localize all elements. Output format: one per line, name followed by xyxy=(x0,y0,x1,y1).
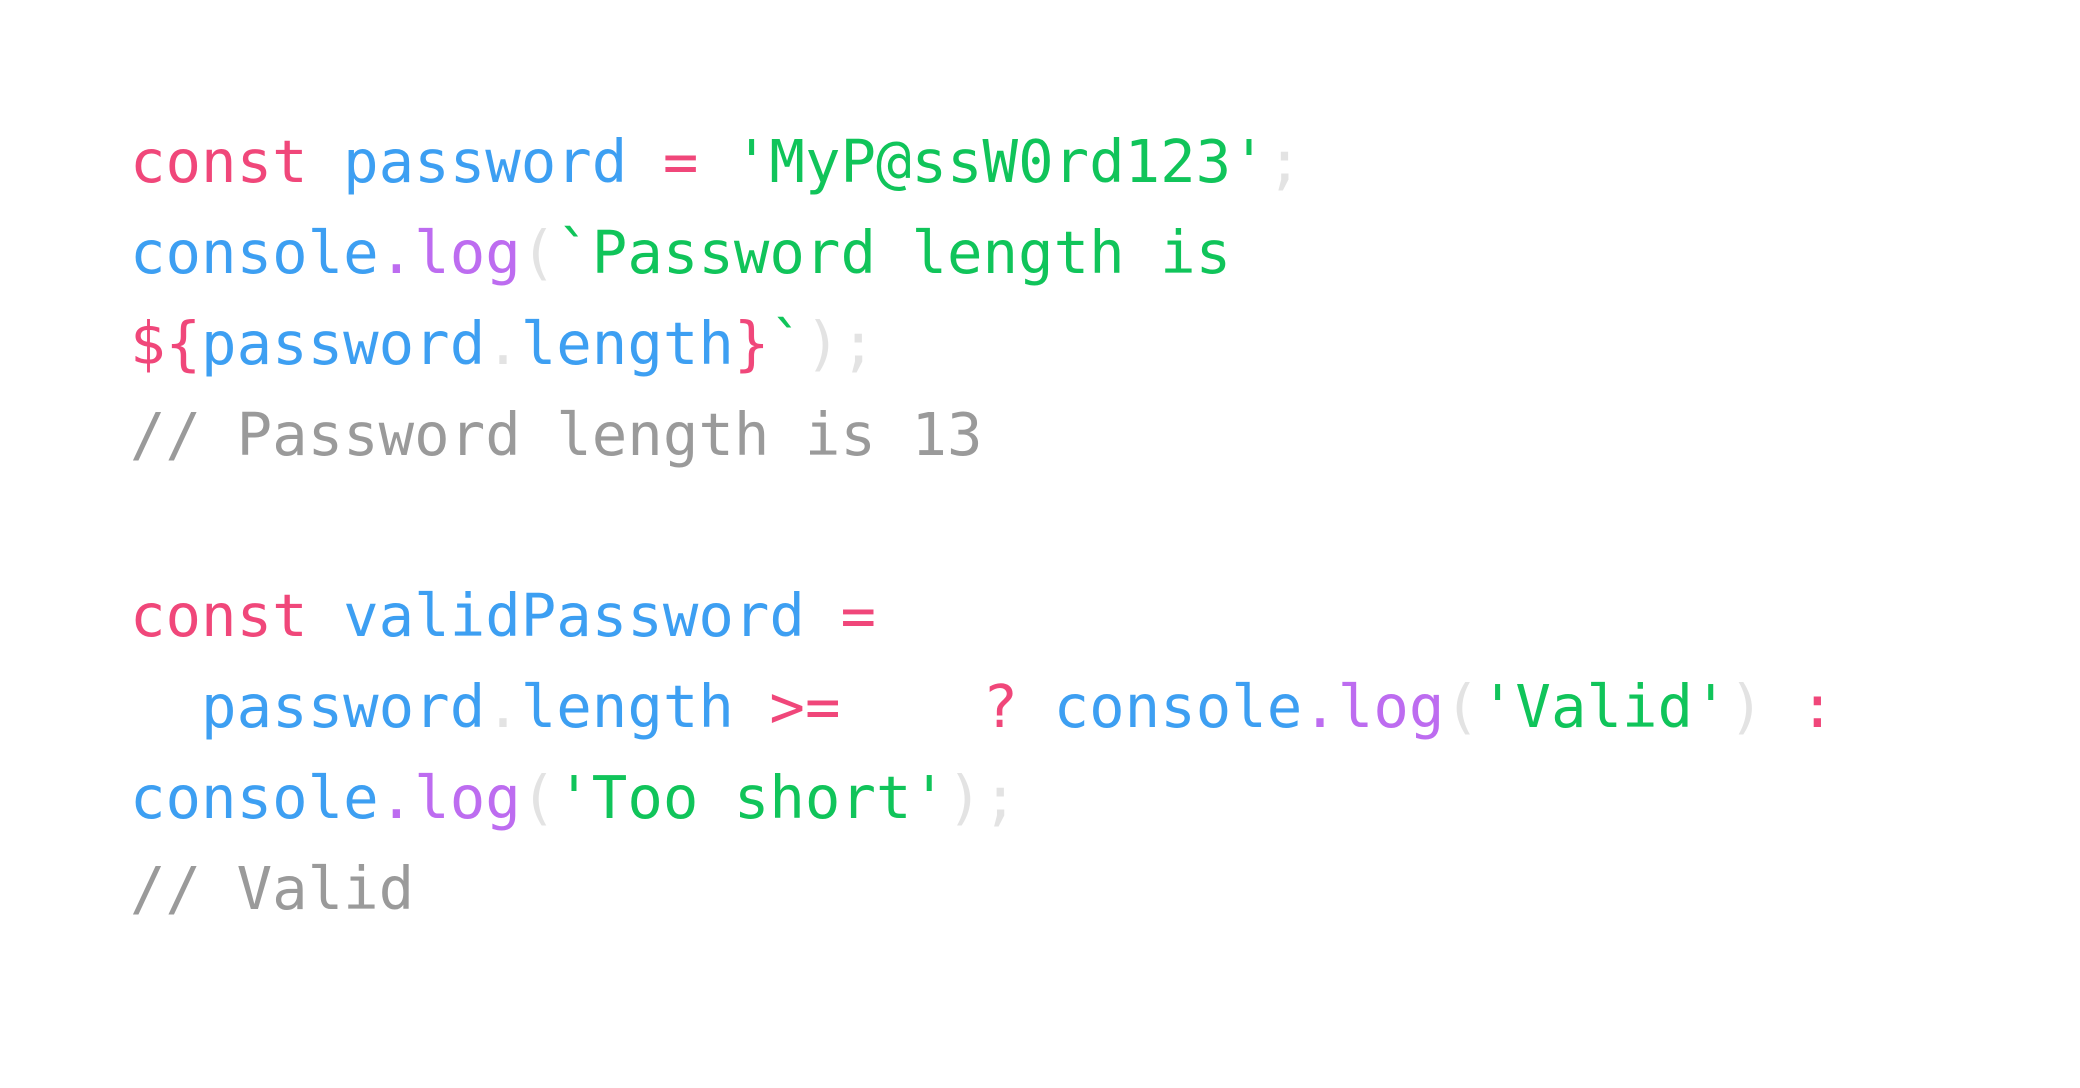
code-token-punctuation: ; xyxy=(1266,127,1303,196)
code-token-comment: // Valid xyxy=(130,854,415,923)
code-token-identifier: validPassword xyxy=(343,581,805,650)
code-token-keyword: = xyxy=(662,127,699,196)
code-line: // Password length is 13 xyxy=(130,389,1835,480)
code-token-identifier: length xyxy=(520,672,734,741)
code-line: const validPassword = xyxy=(130,570,1835,661)
code-token-identifier: password xyxy=(201,309,486,378)
code-line: console.log(`Password length is xyxy=(130,207,1835,298)
code-token-keyword: const xyxy=(130,581,308,650)
code-token-punctuation: . xyxy=(485,672,521,741)
code-line: ${password.length}`); xyxy=(130,298,1835,389)
code-token-punctuation: . xyxy=(485,309,521,378)
code-token-punctuation: ( xyxy=(520,763,557,832)
code-token-punctuation: ( xyxy=(520,218,557,287)
code-token-comment: // Password length is 13 xyxy=(130,400,983,469)
code-token-string: 'Too short' xyxy=(556,763,948,832)
code-token-keyword: = xyxy=(840,581,876,650)
code-token-identifier: console xyxy=(130,218,379,287)
code-token-string: `Password length is xyxy=(556,218,1232,287)
code-token-keyword: ${ xyxy=(130,309,202,378)
code-token-identifier: password xyxy=(343,127,628,196)
code-token-identifier: console xyxy=(1053,672,1303,741)
code-token-identifier: length xyxy=(520,309,734,378)
code-token-string: ` xyxy=(769,309,805,378)
code-line: console.log('Too short'); xyxy=(130,752,1835,843)
code-token-keyword: } xyxy=(733,309,770,378)
code-token-method: .log xyxy=(1302,672,1445,741)
code-token-punctuation: ) xyxy=(1728,672,1765,741)
code-snippet: const password = 'MyP@ssW0rd123'; console… xyxy=(130,116,1835,934)
code-line: // Valid xyxy=(130,843,1835,934)
code-token-identifier: password xyxy=(201,672,486,741)
code-token-method: .log xyxy=(378,763,521,832)
code-token-identifier: console xyxy=(130,763,379,832)
code-token-punctuation: ( xyxy=(1444,672,1480,741)
code-token-string: 'MyP@ssW0rd123' xyxy=(733,127,1267,196)
code-token-keyword: >= xyxy=(769,672,841,741)
code-token-punctuation: ); xyxy=(804,309,876,378)
code-token-keyword: : xyxy=(1799,672,1836,741)
code-token-punctuation: ); xyxy=(947,763,1019,832)
code-token-string: 'Valid' xyxy=(1479,672,1729,741)
code-token-keyword: const xyxy=(130,127,308,196)
code-token-method: .log xyxy=(378,218,521,287)
code-line: const password = 'MyP@ssW0rd123'; xyxy=(130,116,1835,207)
code-token-keyword: ? xyxy=(982,672,1019,741)
code-line: password.length >= ? console.log('Valid'… xyxy=(130,661,1835,752)
